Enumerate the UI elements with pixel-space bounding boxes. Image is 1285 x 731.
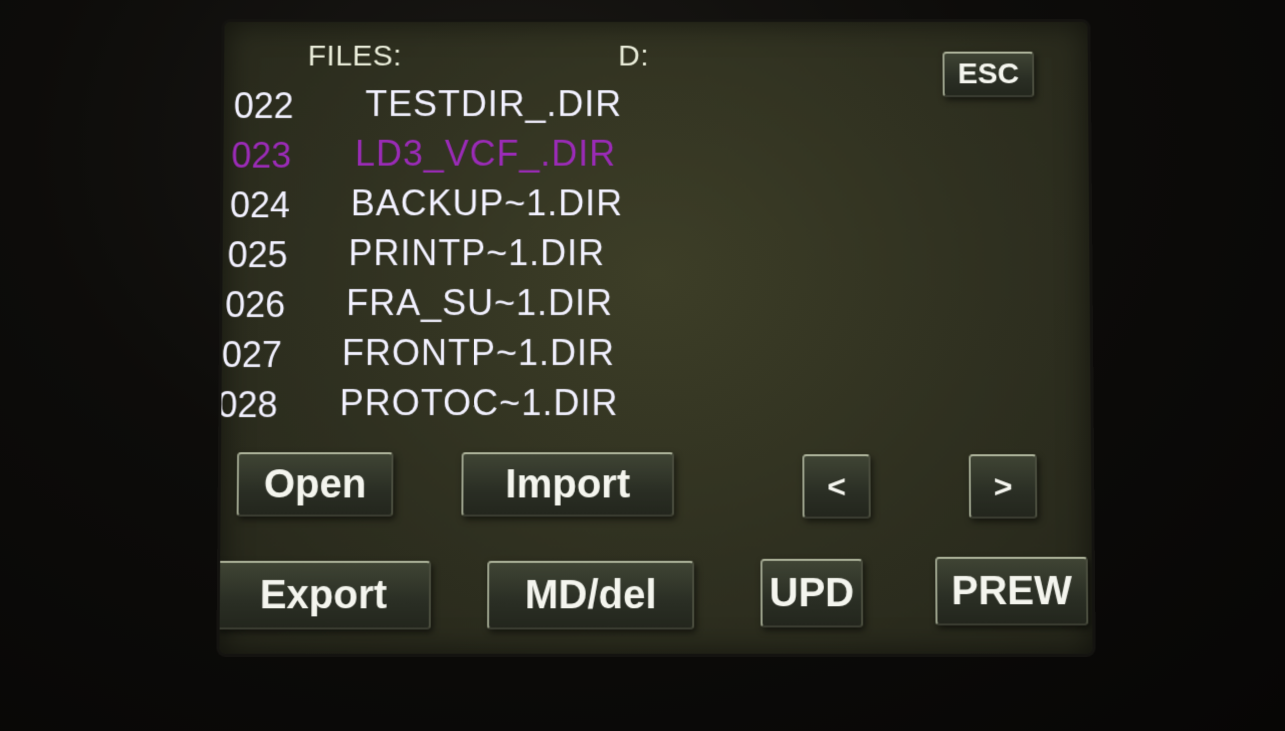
drive-label: D: — [618, 39, 650, 73]
next-button[interactable]: > — [968, 454, 1038, 519]
file-row[interactable]: 026 FRA_SU~1.DIR — [222, 282, 822, 332]
open-button[interactable]: Open — [236, 452, 394, 517]
file-row[interactable]: 027 FRONTP~1.DIR — [222, 332, 823, 382]
file-name: FRONTP~1.DIR — [341, 332, 616, 374]
files-title: FILES: — [307, 39, 403, 73]
prev-button[interactable]: < — [802, 454, 871, 519]
lcd-screen: FILES: D: ESC 022 TESTDIR_.DIR 023 LD3_V… — [219, 21, 1093, 654]
file-list: 022 TESTDIR_.DIR 023 LD3_VCF_.DIR 024 BA… — [219, 83, 823, 432]
file-index: 028 — [219, 384, 278, 426]
file-name: BACKUP~1.DIR — [350, 182, 624, 224]
file-row[interactable]: 023 LD3_VCF_.DIR — [223, 133, 821, 183]
esc-button[interactable]: ESC — [942, 51, 1035, 98]
prew-button[interactable]: PREW — [935, 556, 1089, 626]
upd-button[interactable]: UPD — [760, 558, 864, 628]
file-name: LD3_VCF_.DIR — [354, 132, 617, 174]
file-index: 022 — [233, 85, 294, 126]
device-bezel: FILES: D: ESC 022 TESTDIR_.DIR 023 LD3_V… — [0, 0, 1285, 731]
file-index: 025 — [227, 234, 288, 276]
file-row[interactable]: 028 PROTOC~1.DIR — [219, 382, 822, 432]
file-name: FRA_SU~1.DIR — [346, 282, 614, 324]
file-index: 027 — [221, 334, 283, 376]
file-index: 024 — [229, 184, 291, 226]
import-button[interactable]: Import — [461, 452, 675, 517]
file-row[interactable]: 024 BACKUP~1.DIR — [223, 182, 822, 232]
export-button[interactable]: Export — [219, 560, 432, 630]
file-name: PRINTP~1.DIR — [348, 232, 606, 274]
file-row[interactable]: 025 PRINTP~1.DIR — [222, 232, 821, 282]
file-index: 023 — [231, 134, 292, 176]
file-row[interactable]: 022 TESTDIR_.DIR — [224, 83, 822, 133]
md-del-button[interactable]: MD/del — [487, 560, 695, 630]
file-name: TESTDIR_.DIR — [365, 83, 623, 124]
file-index: 026 — [225, 284, 286, 326]
file-name: PROTOC~1.DIR — [339, 382, 619, 424]
